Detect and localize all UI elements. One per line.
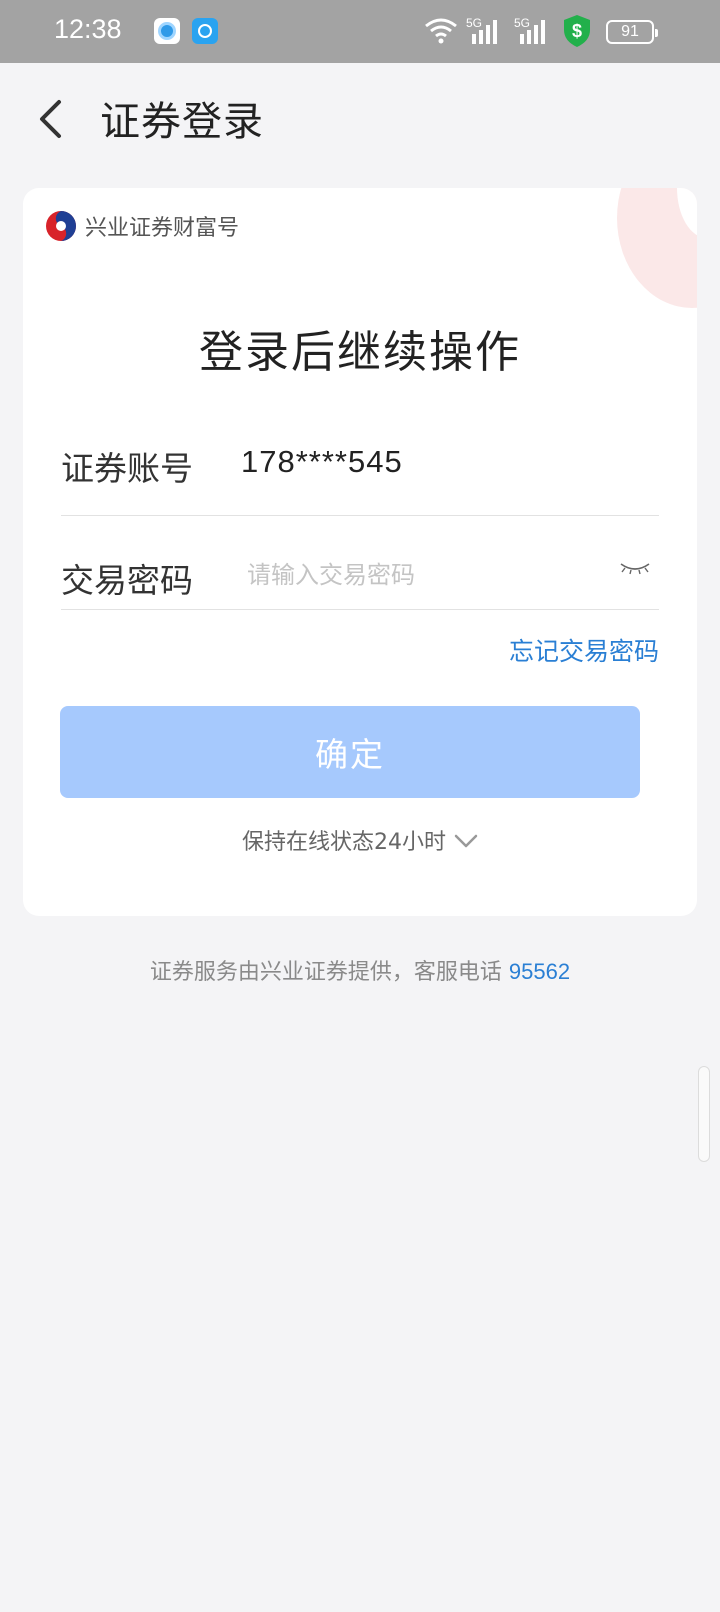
account-row: 证券账号 178****545 (61, 406, 659, 516)
app-notification-icon (154, 18, 180, 44)
stay-online-label: 保持在线状态24小时 (242, 830, 446, 855)
signal-network-label: 5G (514, 16, 530, 30)
scrollbar[interactable] (698, 1066, 710, 1162)
password-row: 交易密码 (61, 518, 659, 610)
svg-text:$: $ (572, 21, 582, 41)
chevron-left-icon (40, 100, 61, 138)
page-title: 证券登录 (100, 99, 264, 145)
footer-note: 证券服务由兴业证券提供，客服电话 95562 (0, 954, 720, 986)
account-label: 证券账号 (61, 449, 193, 488)
password-label: 交易密码 (61, 561, 193, 600)
battery-icon: 91 (606, 20, 658, 44)
brand-row: 兴业证券财富号 (45, 210, 239, 242)
status-time: 12:38 (54, 14, 122, 44)
customer-service-phone[interactable]: 95562 (509, 959, 570, 984)
password-input[interactable] (247, 550, 587, 600)
signal-network-label: 5G (466, 16, 482, 30)
eye-closed-icon[interactable] (619, 560, 651, 578)
header: 证券登录 (0, 63, 720, 173)
signal-icon: 5G (466, 16, 497, 44)
card-heading: 登录后继续操作 (199, 327, 521, 378)
wifi-icon (425, 18, 457, 44)
account-value: 178****545 (241, 444, 403, 479)
status-bar: 12:38 5G 5G $ 91 (0, 0, 720, 63)
forgot-password-link[interactable]: 忘记交易密码 (509, 632, 659, 668)
chevron-down-icon (454, 834, 478, 848)
stay-online-toggle[interactable]: 保持在线状态24小时 (23, 824, 697, 856)
confirm-button[interactable]: 确定 (60, 706, 640, 798)
footer-text: 证券服务由兴业证券提供，客服电话 (149, 960, 509, 985)
brand-logo-icon (46, 211, 76, 241)
brand-name: 兴业证券财富号 (85, 216, 240, 241)
login-card: 兴业证券财富号 登录后继续操作 证券账号 178****545 交易密码 忘记交… (23, 188, 697, 916)
back-button[interactable] (30, 95, 70, 143)
shield-icon: $ (564, 15, 590, 47)
app-notification-icon (192, 18, 218, 44)
signal-icon: 5G (514, 16, 545, 44)
